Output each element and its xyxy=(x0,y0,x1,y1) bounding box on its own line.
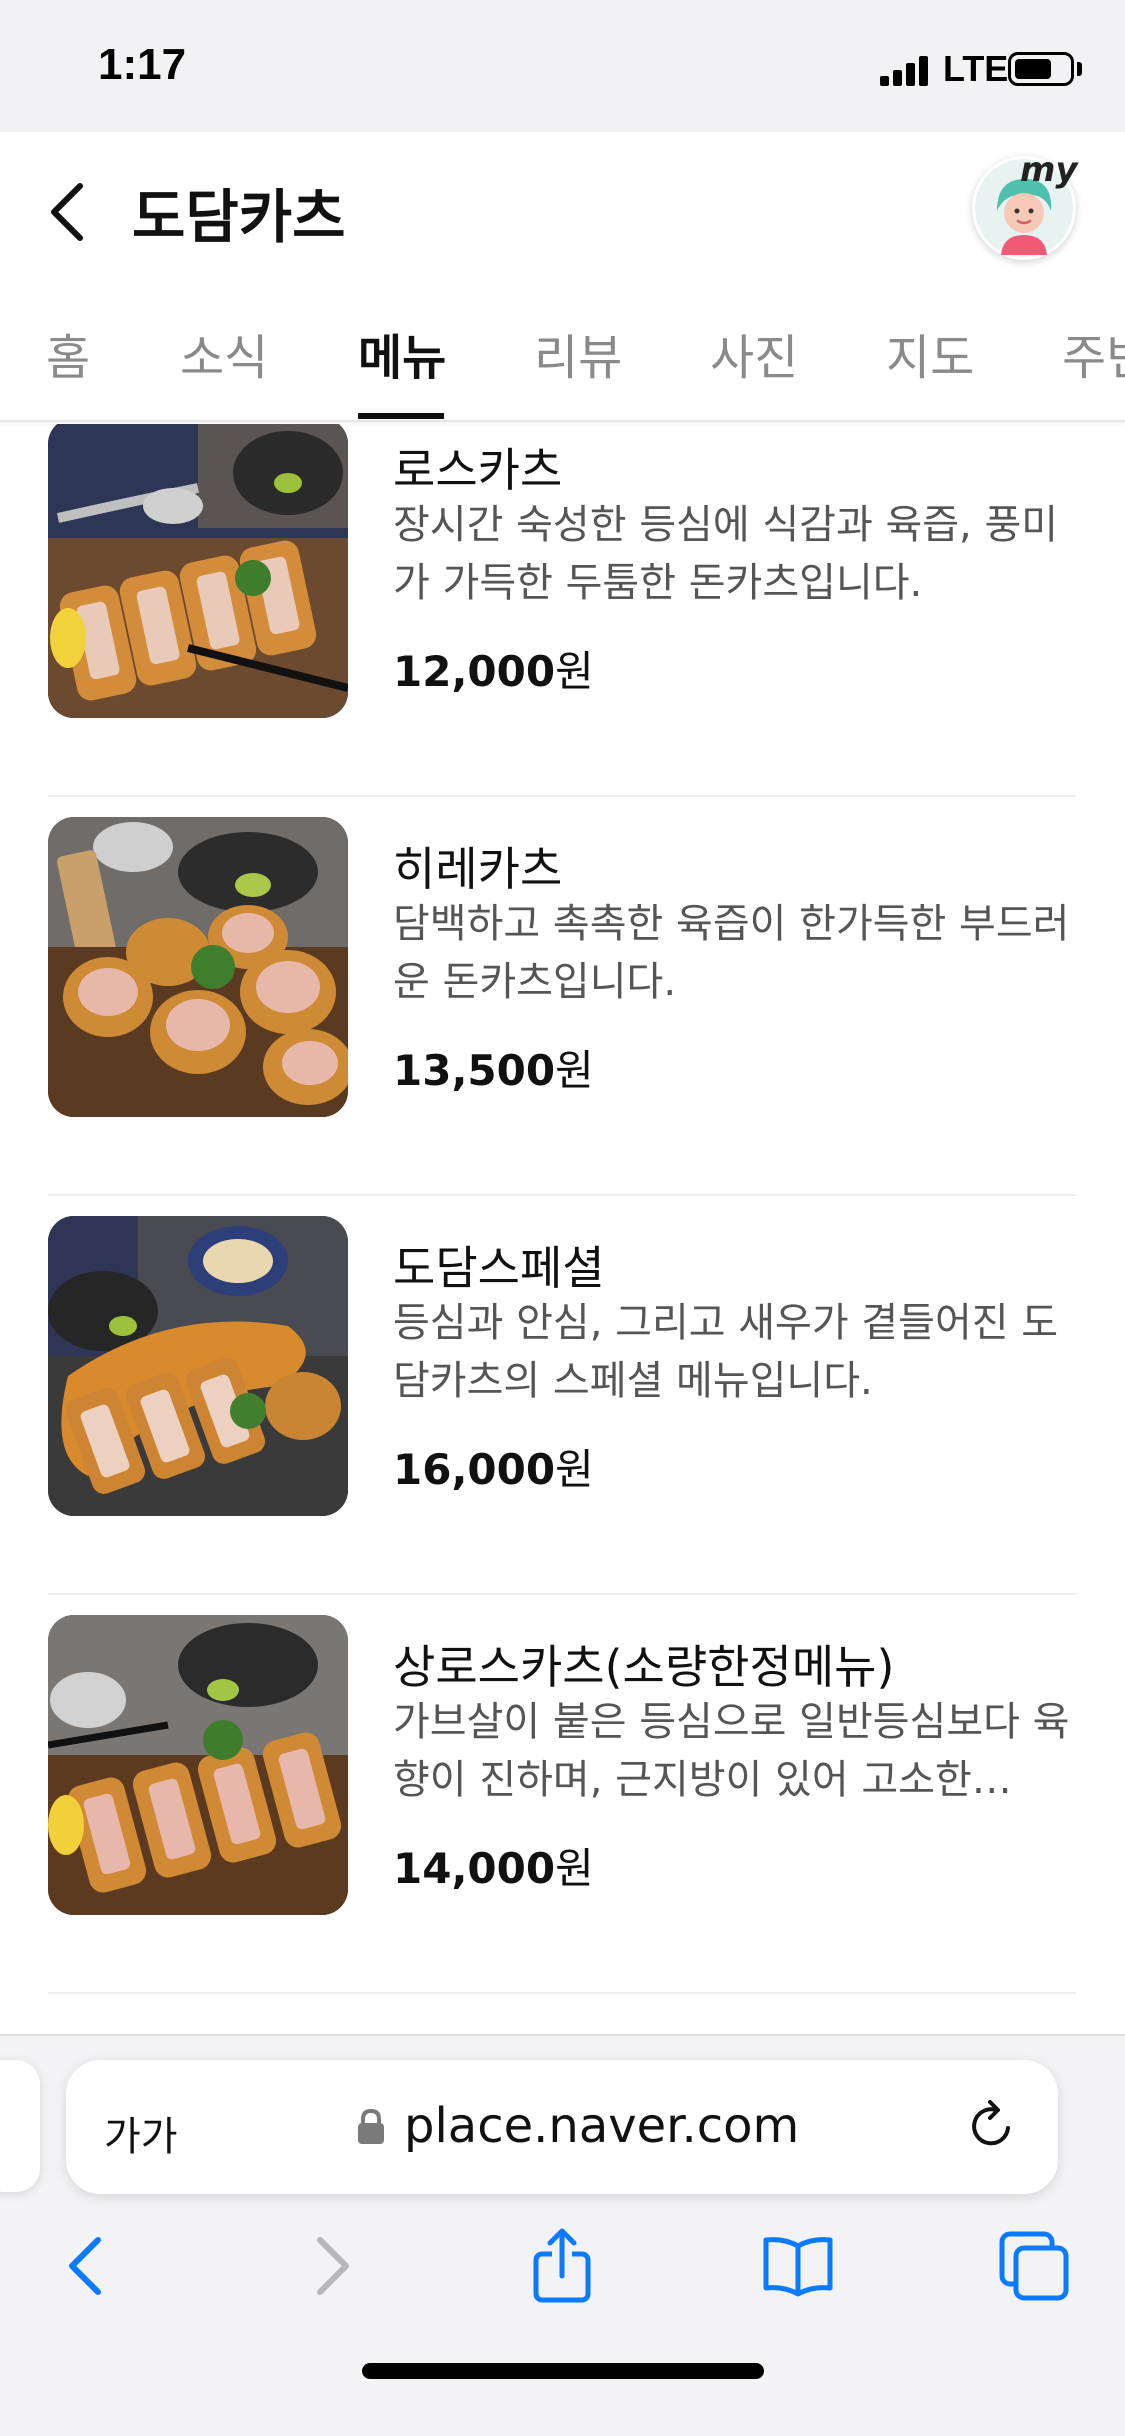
tabs-icon[interactable] xyxy=(994,2226,1074,2306)
menu-photo[interactable] xyxy=(48,1216,348,1516)
battery-tip xyxy=(1077,62,1082,76)
menu-description: 등심과 안심, 그리고 새우가 곁들어진 도담카츠의 스페셜 메뉴입니다. xyxy=(393,1300,1059,1404)
tab-bar: 홈 소식 메뉴 리뷰 사진 지도 주변 xyxy=(0,282,1125,422)
previous-tab-preview[interactable] xyxy=(0,2060,40,2192)
menu-name: 히레카츠 xyxy=(393,842,563,896)
price-amount: 14,000 xyxy=(393,1844,556,1893)
battery-icon xyxy=(1008,52,1074,86)
tab-menu[interactable]: 메뉴 xyxy=(358,318,446,388)
menu-description: 가브살이 붙은 등심으로 일반등심보다 육향이 진하며, 근지방이 있어 고소한… xyxy=(393,1699,1070,1803)
menu-photo-image xyxy=(48,1615,348,1915)
tab-nearby[interactable]: 주변 xyxy=(1062,318,1125,388)
menu-description: 담백하고 촉촉한 육즙이 한가득한 부드러운 돈카츠입니다. xyxy=(393,901,1070,1005)
menu-photo[interactable] xyxy=(48,424,348,718)
menu-name: 도담스페셜 xyxy=(393,1241,605,1295)
status-time: 1:17 xyxy=(98,40,187,89)
tab-home[interactable]: 홈 xyxy=(46,318,90,388)
reload-icon[interactable] xyxy=(964,2098,1020,2154)
menu-photo[interactable] xyxy=(48,1615,348,1915)
menu-photo[interactable] xyxy=(48,817,348,1117)
cellular-signal-icon xyxy=(880,56,928,86)
menu-price: 16,000원 xyxy=(393,1436,594,1497)
tab-map[interactable]: 지도 xyxy=(886,318,974,388)
share-icon[interactable] xyxy=(522,2226,602,2306)
menu-price: 12,000원 xyxy=(393,638,594,699)
back-button[interactable] xyxy=(40,172,100,252)
chevron-left-icon xyxy=(51,183,83,241)
network-type: LTE xyxy=(943,48,1009,89)
lock-icon xyxy=(358,2108,384,2144)
price-unit: 원 xyxy=(555,1046,594,1095)
menu-name: 로스카츠 xyxy=(393,443,563,497)
menu-photo-image xyxy=(48,424,348,718)
menu-price: 13,500원 xyxy=(393,1037,594,1098)
tab-photos[interactable]: 사진 xyxy=(710,318,798,388)
menu-item[interactable]: 상로스카츠(소량한정메뉴) 가브살이 붙은 등심으로 일반등심보다 육향이 진하… xyxy=(48,1595,1076,1994)
menu-photo-image xyxy=(48,817,348,1117)
page-title: 도담카츠 xyxy=(132,183,346,251)
address-bar[interactable]: 가가 place.naver.com xyxy=(66,2060,1058,2194)
tab-news[interactable]: 소식 xyxy=(180,318,268,388)
my-badge: my xyxy=(1020,150,1078,190)
place-header: 도담카츠 my xyxy=(0,132,1125,282)
back-arrow-icon[interactable] xyxy=(48,2226,128,2306)
price-amount: 16,000 xyxy=(393,1445,556,1494)
price-unit: 원 xyxy=(555,1844,594,1893)
bookmarks-icon[interactable] xyxy=(758,2226,838,2306)
menu-item[interactable]: 로스카츠 장시간 숙성한 등심에 식감과 육즙, 풍미가 가득한 두툼한 돈카츠… xyxy=(48,424,1076,797)
active-tab-indicator xyxy=(358,413,444,419)
menu-price: 14,000원 xyxy=(393,1835,594,1896)
forward-arrow-icon[interactable] xyxy=(290,2226,370,2306)
home-indicator xyxy=(362,2363,764,2379)
menu-item[interactable]: 도담스페셜 등심과 안심, 그리고 새우가 곁들어진 도담카츠의 스페셜 메뉴입… xyxy=(48,1196,1076,1595)
price-amount: 13,500 xyxy=(393,1046,556,1095)
tab-reviews[interactable]: 리뷰 xyxy=(534,318,622,388)
menu-description: 장시간 숙성한 등심에 식감과 육즙, 풍미가 가득한 두툼한 돈카츠입니다. xyxy=(393,502,1059,606)
price-unit: 원 xyxy=(555,1445,594,1494)
price-amount: 12,000 xyxy=(393,647,556,696)
status-bar: 1:17 LTE xyxy=(0,0,1125,132)
menu-name: 상로스카츠(소량한정메뉴) xyxy=(393,1640,895,1694)
price-unit: 원 xyxy=(555,647,594,696)
url-text: place.naver.com xyxy=(404,2098,800,2154)
text-size-button[interactable]: 가가 xyxy=(104,2104,178,2162)
menu-list: 로스카츠 장시간 숙성한 등심에 식감과 육즙, 풍미가 가득한 두툼한 돈카츠… xyxy=(0,424,1125,2034)
menu-item[interactable]: 히레카츠 담백하고 촉촉한 육즙이 한가득한 부드러운 돈카츠입니다. 13,5… xyxy=(48,797,1076,1196)
menu-photo-image xyxy=(48,1216,348,1516)
